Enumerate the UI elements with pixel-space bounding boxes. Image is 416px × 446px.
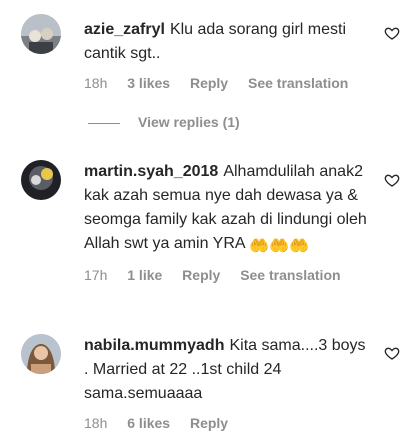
comment-text: nabila.mummyadh Kita sama....3 boys . Mar… [84, 334, 374, 406]
comment-text: martin.syah_2018 Alhamdulilah anak2 kak a… [84, 160, 374, 259]
heart-outline-icon[interactable] [384, 25, 400, 41]
divider-line [88, 122, 120, 124]
avatar[interactable] [21, 334, 61, 374]
view-replies-button[interactable]: View replies (1) [88, 114, 240, 130]
avatar[interactable] [21, 14, 61, 54]
avatar[interactable] [21, 160, 61, 200]
username[interactable]: nabila.mummyadh [84, 337, 224, 354]
timestamp: 18h [84, 415, 108, 431]
timestamp: 17h [84, 267, 108, 283]
see-translation-link[interactable]: See translation [248, 75, 348, 91]
praying-hands-emoji: 🤲🤲🤲 [249, 238, 309, 255]
reply-button[interactable]: Reply [190, 75, 228, 91]
view-replies-label: View replies (1) [138, 114, 240, 130]
see-translation-link[interactable]: See translation [240, 267, 340, 283]
username[interactable]: martin.syah_2018 [84, 163, 218, 180]
reply-button[interactable]: Reply [190, 415, 228, 431]
like-count[interactable]: 1 like [127, 267, 162, 283]
like-count[interactable]: 3 likes [127, 75, 170, 91]
heart-outline-icon[interactable] [384, 172, 400, 188]
username[interactable]: azie_zafryl [84, 21, 165, 38]
comment-text: azie_zafryl Klu ada sorang girl mesti can… [84, 18, 374, 66]
timestamp: 18h [84, 75, 108, 91]
reply-button[interactable]: Reply [182, 267, 220, 283]
heart-outline-icon[interactable] [384, 345, 400, 361]
like-count[interactable]: 6 likes [127, 415, 170, 431]
